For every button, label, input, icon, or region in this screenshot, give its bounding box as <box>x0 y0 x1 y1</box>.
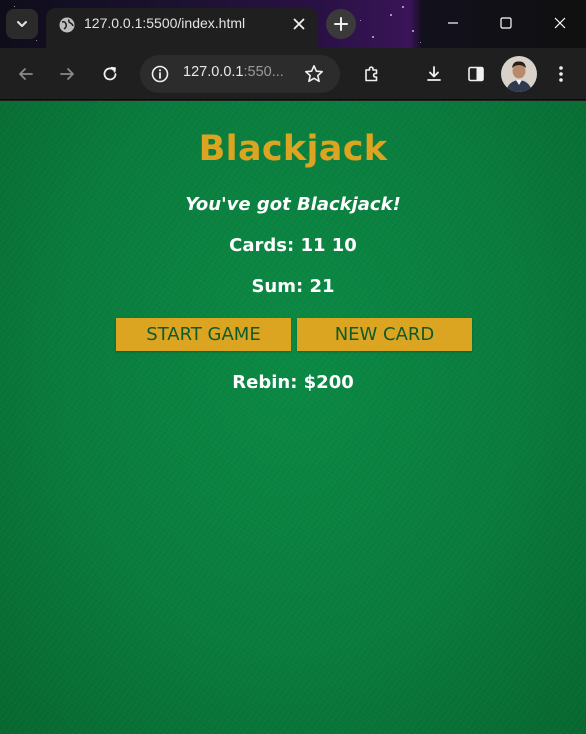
start-game-button[interactable]: START GAME <box>116 318 291 351</box>
side-panel-icon <box>468 66 484 82</box>
side-panel-button[interactable] <box>463 61 489 87</box>
address-url: 127.0.0.1:550... <box>183 64 284 80</box>
forward-icon <box>60 68 74 80</box>
browser-tab[interactable]: 127.0.0.1:5500/index.html <box>46 8 318 48</box>
maximize-icon <box>500 17 512 29</box>
tab-title: 127.0.0.1:5500/index.html <box>84 15 246 31</box>
plus-icon <box>334 17 348 31</box>
reload-icon <box>103 66 117 81</box>
globe-icon <box>59 17 75 33</box>
tab-search-button[interactable] <box>6 9 38 39</box>
message-text: You've got Blackjack! <box>185 194 401 215</box>
downloads-button[interactable] <box>421 61 447 87</box>
browser-menu-button[interactable] <box>548 61 574 87</box>
cards-text: Cards: 11 10 <box>229 235 357 256</box>
extensions-button[interactable] <box>359 61 385 87</box>
new-card-button[interactable]: NEW CARD <box>297 318 472 351</box>
browser-title-bar: 127.0.0.1:5500/index.html <box>0 0 586 48</box>
menu-icon <box>559 66 563 82</box>
new-tab-button[interactable] <box>326 9 356 39</box>
player-text: Rebin: $200 <box>232 372 354 393</box>
back-button[interactable] <box>13 61 39 87</box>
close-icon[interactable] <box>290 15 308 33</box>
info-icon[interactable] <box>150 64 170 84</box>
minimize-icon <box>448 22 458 24</box>
profile-avatar-icon <box>501 56 537 92</box>
blackjack-page: Blackjack You've got Blackjack! Cards: 1… <box>0 101 586 734</box>
extensions-icon <box>365 66 378 82</box>
window-close-icon <box>554 17 566 29</box>
minimize-button[interactable] <box>440 10 466 36</box>
browser-toolbar: 127.0.0.1:550... <box>0 48 586 100</box>
back-icon <box>19 68 33 80</box>
star-icon[interactable] <box>303 63 325 85</box>
maximize-button[interactable] <box>493 10 519 36</box>
page-title: Blackjack <box>198 129 388 169</box>
tab-search-icon <box>17 21 27 27</box>
reload-button[interactable] <box>97 61 123 87</box>
sum-text: Sum: 21 <box>251 276 335 297</box>
download-icon <box>427 66 441 81</box>
forward-button[interactable] <box>54 61 80 87</box>
window-close-button[interactable] <box>547 10 573 36</box>
address-rest: :550... <box>243 64 284 80</box>
address-bar[interactable]: 127.0.0.1:550... <box>140 55 340 93</box>
profile-avatar[interactable] <box>501 56 537 92</box>
address-host: 127.0.0.1 <box>183 64 244 80</box>
